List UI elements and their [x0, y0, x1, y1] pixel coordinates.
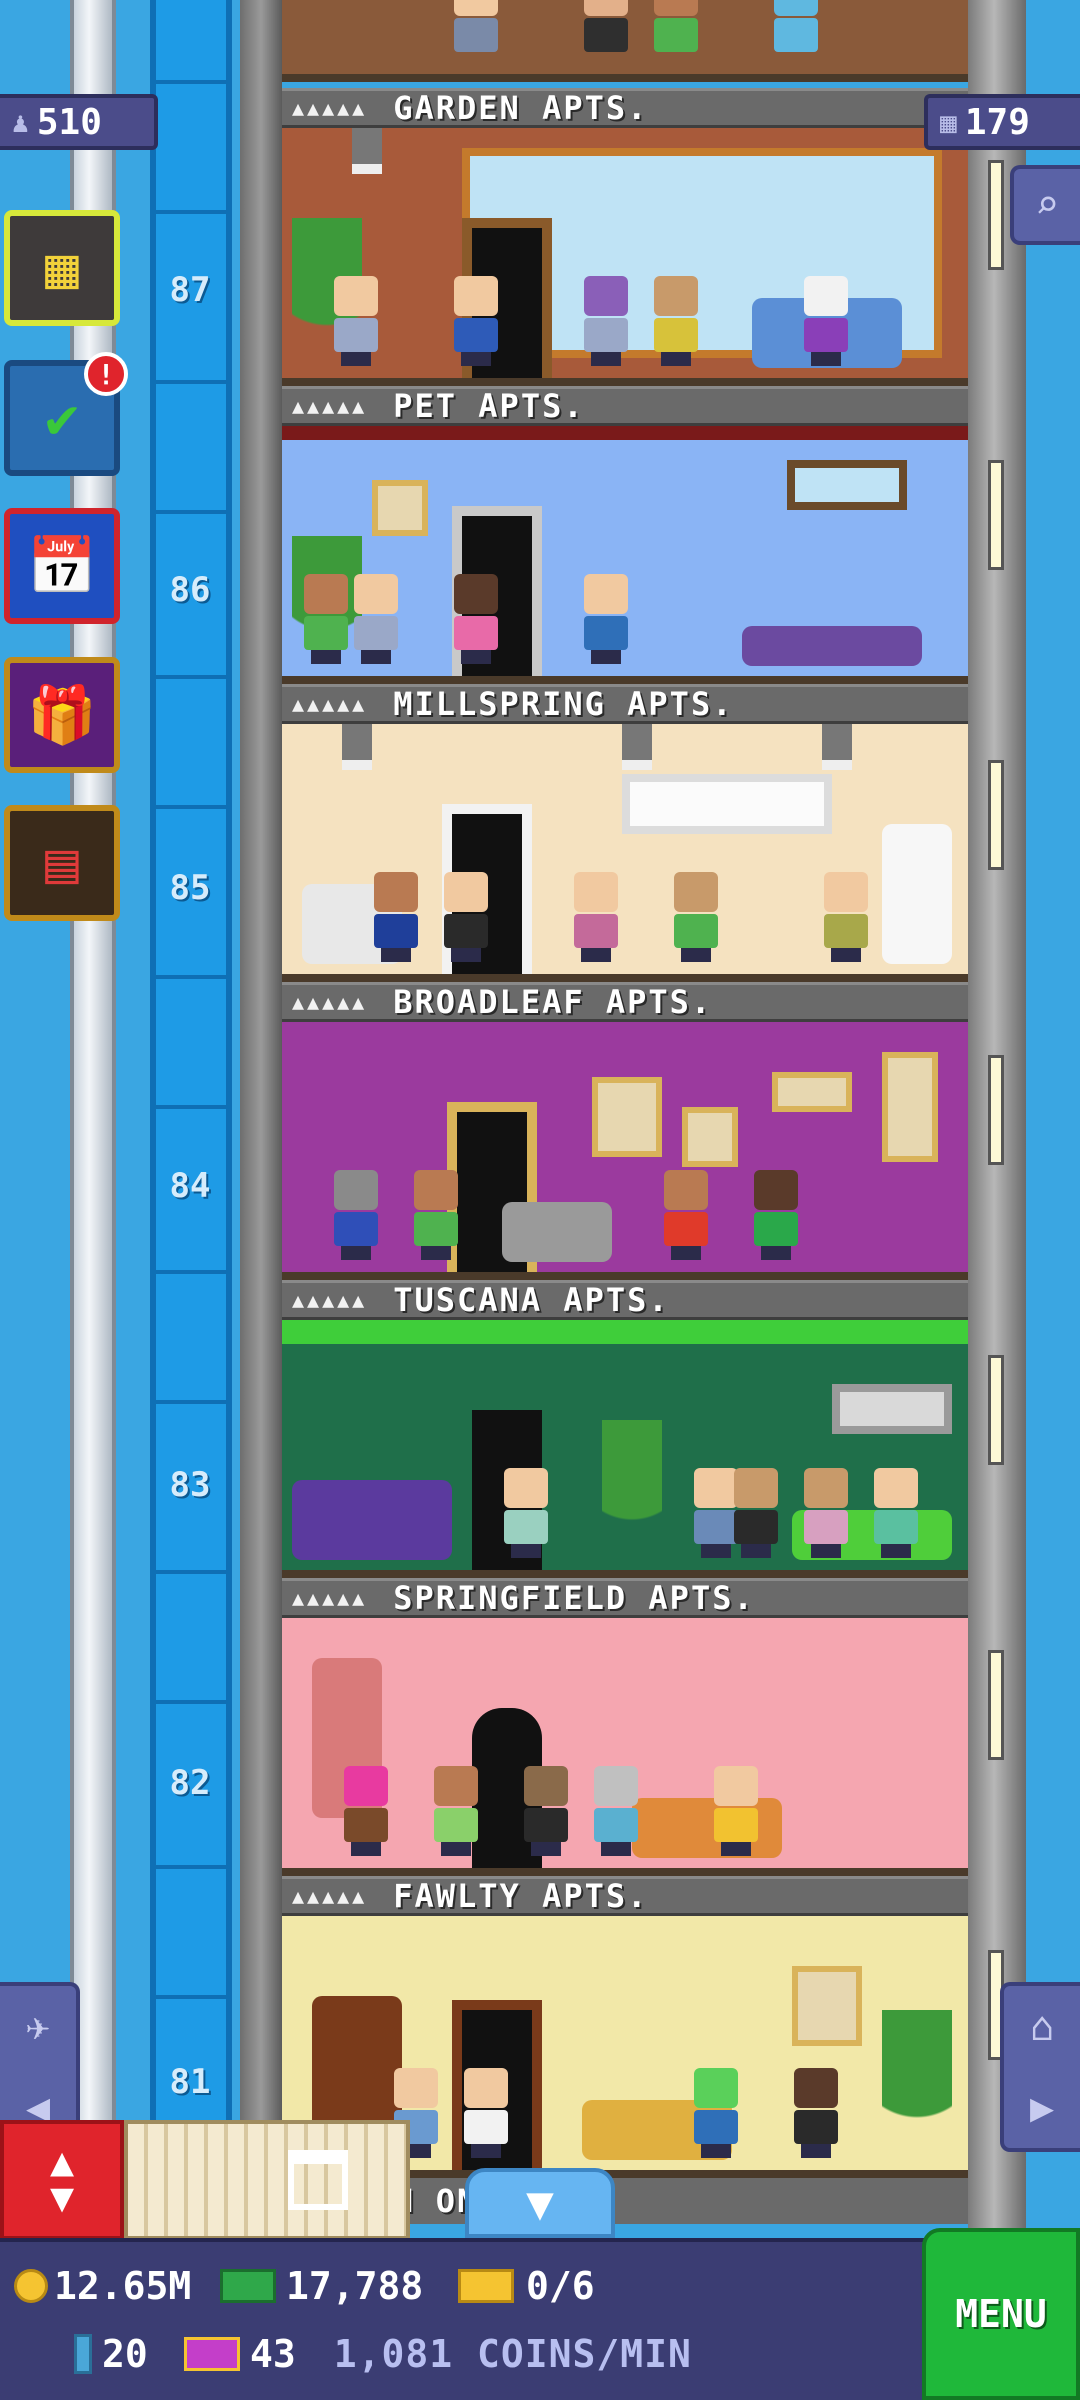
floor-number-84: 84: [169, 1166, 211, 1206]
tickets-value: 0/6: [526, 2264, 595, 2308]
cash-display: 17,788: [220, 2264, 423, 2308]
floor-82-springfield[interactable]: [282, 1618, 968, 1876]
tickets-display: 0/6: [458, 2264, 595, 2308]
floor-number-85: 85: [169, 868, 211, 908]
floor-name: BROADLEAF APTS.: [393, 983, 713, 1021]
bux-display: 20: [74, 2332, 148, 2376]
floor-87-garden[interactable]: [282, 128, 968, 386]
calendar-icon: 📅: [27, 534, 97, 599]
ticket-icon: [458, 2269, 514, 2303]
floor-88-partial[interactable]: [282, 0, 968, 82]
floor-name: PET APTS.: [393, 387, 585, 425]
plane-icon: ✈: [25, 2003, 51, 2050]
build-button[interactable]: ▦: [4, 210, 120, 326]
floor-84-broadleaf[interactable]: [282, 1022, 968, 1280]
elevator-shaft[interactable]: [150, 0, 232, 2250]
floor-83-tuscana[interactable]: [282, 1320, 968, 1578]
building-icon: ▦: [940, 105, 957, 139]
zoom-button[interactable]: ⌕: [1010, 165, 1080, 245]
stars-rating: ▲▲▲▲▲: [292, 990, 368, 1014]
magnifier-icon: ⌕: [1034, 182, 1060, 228]
floor-label-garden[interactable]: ▲▲▲▲▲ GARDEN APTS.: [282, 88, 968, 128]
floor-number-82: 82: [169, 1763, 211, 1803]
calendar-button[interactable]: 📅: [4, 508, 120, 624]
building-grid-icon: ▦: [45, 235, 79, 301]
floor-86-pet[interactable]: [282, 426, 968, 684]
vip-value: 43: [250, 2332, 296, 2376]
floor-name: GARDEN APTS.: [393, 89, 649, 127]
floor-name: MILLSPRING APTS.: [393, 685, 734, 723]
stars-rating: ▲▲▲▲▲: [292, 692, 368, 716]
floor-label-broadleaf[interactable]: ▲▲▲▲▲ BROADLEAF APTS.: [282, 982, 968, 1022]
floor-name: SPRINGFIELD APTS.: [393, 1579, 755, 1617]
coins-value: 12.65M: [54, 2264, 192, 2308]
stars-rating: ▲▲▲▲▲: [292, 1288, 368, 1312]
build-floor-strip[interactable]: [124, 2120, 410, 2240]
floor-85-millspring[interactable]: [282, 724, 968, 982]
gift-icon: 🎁: [27, 683, 97, 748]
person-icon: ♟: [12, 105, 29, 139]
coin-icon: [14, 2269, 48, 2303]
floor-label-tuscana[interactable]: ▲▲▲▲▲ TUSCANA APTS.: [282, 1280, 968, 1320]
chevron-down-icon: ▼: [526, 2176, 554, 2230]
scroll-down-tab[interactable]: ▼: [465, 2168, 615, 2238]
stars-rating: ▲▲▲▲▲: [292, 394, 368, 418]
gift-button[interactable]: 🎁: [4, 657, 120, 773]
floor-label-pet[interactable]: ▲▲▲▲▲ PET APTS.: [282, 386, 968, 426]
floor-number-81: 81: [169, 2062, 211, 2102]
cash-value: 17,788: [286, 2264, 424, 2308]
floor-label-fawlty[interactable]: ▲▲▲▲▲ FAWLTY APTS.: [282, 1876, 968, 1916]
tower-right-wall: [968, 0, 1026, 2250]
floor-number-83: 83: [169, 1465, 211, 1505]
bux-icon: [74, 2334, 92, 2374]
floor-count-badge[interactable]: ▦ 179: [924, 94, 1080, 150]
arrow-down-icon: ▼: [49, 2175, 75, 2221]
cash-icon: [220, 2269, 276, 2303]
bux-value: 20: [102, 2332, 148, 2376]
vip-icon: [184, 2337, 240, 2371]
floor-number-86: 86: [169, 570, 211, 610]
shop-button[interactable]: ▤: [4, 805, 120, 921]
floor-count: 179: [964, 101, 1030, 143]
floor-label-springfield[interactable]: ▲▲▲▲▲ SPRINGFIELD APTS.: [282, 1578, 968, 1618]
elevator-control-button[interactable]: ▲ ▼: [0, 2120, 124, 2240]
stars-rating: ▲▲▲▲▲: [292, 1586, 368, 1610]
population-badge[interactable]: ♟ 510: [0, 94, 158, 150]
floor-label-millspring[interactable]: ▲▲▲▲▲ MILLSPRING APTS.: [282, 684, 968, 724]
store-icon: ▤: [45, 830, 79, 896]
tower-left-wall: [240, 0, 282, 2250]
stars-rating: ▲▲▲▲▲: [292, 96, 368, 120]
coins-display: 12.65M: [14, 2264, 191, 2308]
chevron-right-icon: ▶: [1029, 2084, 1055, 2131]
floor-number-87: 87: [169, 270, 211, 310]
menu-button[interactable]: MENU: [922, 2228, 1080, 2400]
notification-badge: !: [84, 352, 128, 396]
home-icon: ⌂: [1029, 2003, 1055, 2050]
vip-display: 43 1,081 COINS/MIN: [184, 2332, 692, 2376]
elevator-rail: [70, 0, 116, 2250]
coins-per-minute: 1,081 COINS/MIN: [333, 2332, 692, 2376]
currency-hud: 12.65M 17,788 0/6 20 43 1,081 COINS/MIN: [0, 2238, 1080, 2400]
population-count: 510: [36, 101, 102, 143]
box-icon: [288, 2150, 348, 2210]
apartment-next-button[interactable]: ⌂ ▶: [1000, 1982, 1080, 2152]
checklist-icon: ✔: [45, 385, 79, 451]
stars-rating: ▲▲▲▲▲: [292, 1884, 368, 1908]
missions-button[interactable]: ✔ !: [4, 352, 128, 476]
floor-name: FAWLTY APTS.: [393, 1877, 649, 1915]
floor-name: TUSCANA APTS.: [393, 1281, 670, 1319]
